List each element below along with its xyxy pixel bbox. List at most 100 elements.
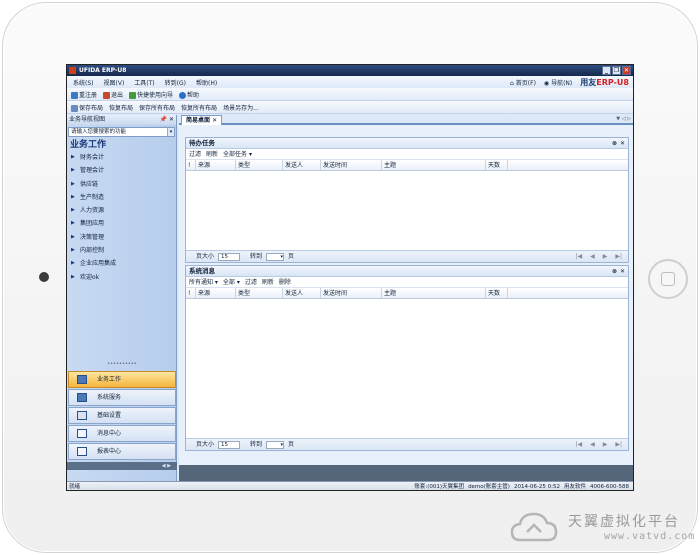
todo-grid-body[interactable] (186, 171, 628, 249)
save-scene-as-button[interactable]: 场景另存为... (223, 103, 259, 112)
tab-simple-desktop[interactable]: 简易桌面 ✕ (181, 115, 223, 125)
filter-button[interactable]: 过滤 (245, 277, 257, 287)
delete-button[interactable]: 删除 (279, 277, 291, 287)
restore-all-layouts-button[interactable]: 恢复所有布局 (181, 103, 217, 112)
bottom-task-strip (179, 465, 633, 481)
page-size-input[interactable]: 15 (218, 440, 241, 449)
panel-close-icon[interactable]: ✕ (620, 266, 625, 277)
col-flag[interactable]: ! (186, 160, 196, 170)
sidebar-item-decision[interactable]: 决策管理 (67, 231, 176, 244)
tab-close-icon[interactable]: ✕ (212, 117, 217, 124)
collapse-icon[interactable]: ⊗ (612, 266, 617, 277)
save-icon (71, 104, 78, 112)
exit-icon (103, 91, 111, 99)
all-tasks-dropdown[interactable]: 全部任务 ▾ (223, 149, 252, 159)
menu-view[interactable]: 视图(V) (104, 78, 125, 87)
goto-page-select[interactable]: ▾ (266, 440, 285, 449)
sidebar-item-finance[interactable]: 财务会计 (67, 151, 176, 164)
first-page-icon[interactable]: |◀ (575, 251, 582, 263)
reregister-button[interactable]: 重注册 (71, 90, 97, 99)
goto-page-select[interactable]: ▾ (266, 252, 285, 261)
close-button[interactable]: ✕ (622, 66, 631, 75)
brand-logo: 用友ERP-U8 (580, 78, 629, 87)
col-source[interactable]: 来源 (196, 160, 236, 170)
filter-button[interactable]: 过滤 (189, 149, 201, 159)
function-search-input[interactable]: 请输入您要搜索的功能 ▾ (68, 127, 175, 137)
bottom-nav-report-center[interactable]: 报表中心 (68, 443, 176, 460)
search-dropdown-icon[interactable]: ▾ (167, 128, 174, 136)
refresh-button[interactable]: 刷新 (206, 149, 218, 159)
collapse-icon[interactable]: ⊗ (612, 138, 617, 149)
help-button[interactable]: 帮助 (179, 90, 199, 99)
pager-nav: |◀ ◀ ▶ ▶| (575, 251, 622, 263)
save-all-layouts-button[interactable]: 保存所有布局 (139, 103, 175, 112)
message-toolbar: 所有通知 ▾ 全部 ▾ 过滤 刷新 删除 (186, 277, 628, 288)
todo-panel: 待办任务 ⊗ ✕ 过滤 刷新 全部任务 ▾ ! 来源 类型 发送人 发送时间 主题… (185, 137, 629, 263)
sidebar-item-supply-chain[interactable]: 供应链 (67, 178, 176, 191)
sidebar-item-manufacturing[interactable]: 生产制造 (67, 191, 176, 204)
bottom-nav-message-center[interactable]: 消息中心 (68, 425, 176, 442)
col-type[interactable]: 类型 (236, 160, 283, 170)
message-grid-header: ! 来源 类型 发送人 发送时间 主题 天数 (186, 288, 628, 299)
message-grid-body[interactable] (186, 299, 628, 437)
status-account: 账套:(001)天翼集团 (414, 484, 465, 490)
tab-scroll-arrows[interactable]: ▼ ◁ ▷ (616, 116, 631, 122)
sidebar-item-internal-control[interactable]: 内部控制 (67, 244, 176, 257)
col-source[interactable]: 来源 (196, 288, 236, 298)
col-subject[interactable]: 主题 (382, 288, 486, 298)
maximize-button[interactable]: ❐ (612, 66, 621, 75)
bottom-nav-system-service[interactable]: 系统服务 (68, 389, 176, 406)
next-page-icon[interactable]: ▶ (603, 251, 608, 263)
todo-grid-header: ! 来源 类型 发送人 发送时间 主题 天数 (186, 160, 628, 171)
menu-tools[interactable]: 工具(T) (134, 78, 154, 87)
nav-link[interactable]: ◉ 导航(N) (544, 78, 572, 87)
exit-button[interactable]: 退出 (103, 90, 123, 99)
sidebar-item-group[interactable]: 集团应用 (67, 217, 176, 230)
pin-close-icon[interactable]: 📌 ✕ (160, 115, 174, 125)
compass-icon: ◉ (543, 80, 550, 87)
last-page-icon[interactable]: ▶| (615, 251, 622, 263)
sidebar-item-integration[interactable]: 企业应用集成 (67, 257, 176, 270)
col-send-time[interactable]: 发送时间 (321, 288, 382, 298)
watermark-title: 天翼虚拟化平台 (568, 514, 680, 530)
col-days[interactable]: 天数 (486, 160, 508, 170)
next-page-icon[interactable]: ▶ (603, 439, 608, 451)
page-size-input[interactable]: 15 (218, 252, 241, 261)
home-button[interactable] (648, 259, 688, 299)
col-sender[interactable]: 发送人 (283, 288, 321, 298)
splitter-grip[interactable]: •••••••••• (67, 361, 177, 367)
col-sender[interactable]: 发送人 (283, 160, 321, 170)
panel-close-icon[interactable]: ✕ (620, 138, 625, 149)
all-notices-dropdown[interactable]: 所有通知 ▾ (189, 277, 218, 287)
col-days[interactable]: 天数 (486, 288, 508, 298)
quick-guide-button[interactable]: 快捷使用向导 (129, 90, 173, 99)
restore-layout-button[interactable]: 恢复布局 (109, 103, 133, 112)
sidebar-item-hr[interactable]: 人力资源 (67, 204, 176, 217)
cloud-logo-icon (510, 512, 558, 542)
prev-page-icon[interactable]: ◀ (590, 251, 595, 263)
menu-goto[interactable]: 转到(G) (165, 78, 186, 87)
save-layout-button[interactable]: 保存布局 (71, 103, 103, 112)
col-send-time[interactable]: 发送时间 (321, 160, 382, 170)
all-dropdown[interactable]: 全部 ▾ (223, 277, 240, 287)
col-type[interactable]: 类型 (236, 288, 283, 298)
last-page-icon[interactable]: ▶| (615, 439, 622, 451)
first-page-icon[interactable]: |◀ (575, 439, 582, 451)
report-icon (77, 447, 87, 456)
home-link[interactable]: ⌂ 首页(F) (510, 78, 536, 87)
minimize-button[interactable]: _ (602, 66, 611, 75)
bottom-nav-business[interactable]: 业务工作 (68, 371, 176, 388)
menu-help[interactable]: 帮助(H) (196, 78, 217, 87)
col-subject[interactable]: 主题 (382, 160, 486, 170)
status-user: demo(账套主管) (468, 484, 510, 490)
sidebar-header: 业务导航视图 📌 ✕ (67, 115, 176, 125)
col-flag[interactable]: ! (186, 288, 196, 298)
bottom-nav-basic-settings[interactable]: 基础设置 (68, 407, 176, 424)
reregister-icon (71, 91, 78, 99)
sidebar-item-welcome[interactable]: 欢迎ok (67, 271, 176, 284)
window-titlebar: UFIDA ERP-U8 _ ❐ ✕ (67, 65, 633, 76)
prev-page-icon[interactable]: ◀ (590, 439, 595, 451)
menu-system[interactable]: 系统(S) (73, 78, 94, 87)
sidebar-item-mgmt-accounting[interactable]: 管理会计 (67, 164, 176, 177)
refresh-button[interactable]: 刷新 (262, 277, 274, 287)
